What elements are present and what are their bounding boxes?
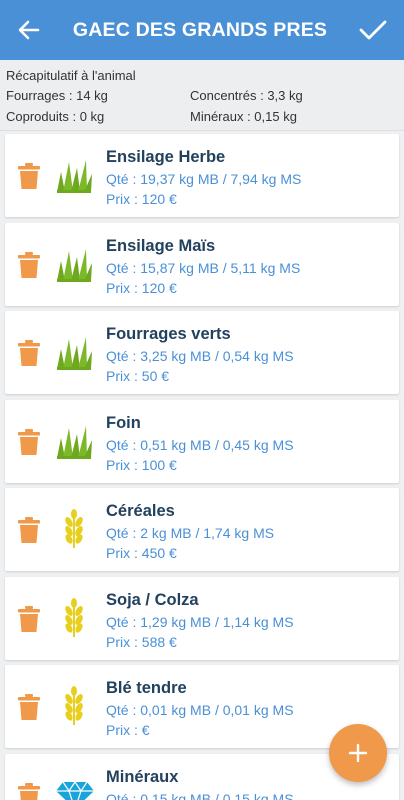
- wheat-icon: [55, 685, 93, 725]
- trash-icon[interactable]: [18, 252, 40, 278]
- app-bar: GAEC DES GRANDS PRES: [0, 0, 404, 60]
- trash-icon[interactable]: [18, 340, 40, 366]
- feed-item-quantity: Qté : 0,51 kg MB / 0,45 kg MS: [106, 437, 294, 453]
- trash-icon[interactable]: [18, 694, 40, 720]
- page-title: GAEC DES GRANDS PRES: [72, 18, 328, 41]
- grass-icon: [55, 247, 93, 283]
- feed-item-quantity: Qté : 19,37 kg MB / 7,94 kg MS: [106, 171, 302, 187]
- feed-item-price: Prix : €: [106, 722, 150, 738]
- wheat-icon: [55, 597, 93, 637]
- feed-item-name: Fourrages verts: [106, 325, 231, 343]
- feed-item-name: Soja / Colza: [106, 591, 199, 609]
- feed-item-card[interactable]: Fourrages verts Qté : 3,25 kg MB / 0,54 k…: [5, 311, 399, 394]
- feed-item-price: Prix : 120 €: [106, 191, 177, 207]
- summary-coproduits: Coproduits : 0 kg: [6, 109, 105, 124]
- trash-icon[interactable]: [18, 163, 40, 189]
- confirm-button[interactable]: [342, 0, 404, 60]
- grass-icon: [55, 424, 93, 460]
- plus-icon: [348, 743, 368, 763]
- wheat-icon: [55, 508, 93, 548]
- feed-item-price: Prix : 100 €: [106, 457, 177, 473]
- feed-item-quantity: Qté : 1,29 kg MB / 1,14 kg MS: [106, 614, 294, 630]
- trash-icon[interactable]: [18, 429, 40, 455]
- summary-mineraux: Minéraux : 0,15 kg: [190, 109, 297, 124]
- grass-icon: [55, 335, 93, 371]
- feed-item-quantity: Qté : 0,01 kg MB / 0,01 kg MS: [106, 702, 294, 718]
- feed-item-card[interactable]: Ensilage Herbe Qté : 19,37 kg MB / 7,94 k…: [5, 134, 399, 217]
- feed-item-price: Prix : 450 €: [106, 545, 177, 561]
- trash-icon[interactable]: [18, 606, 40, 632]
- trash-icon[interactable]: [18, 783, 40, 800]
- animal-summary: Récapitulatif à l'animal Fourrages : 14 …: [0, 60, 404, 131]
- add-item-button[interactable]: [329, 724, 387, 782]
- feed-item-price: Prix : 588 €: [106, 634, 177, 650]
- feed-item-name: Blé tendre: [106, 679, 187, 697]
- feed-item-name: Foin: [106, 414, 141, 432]
- feed-item-card[interactable]: Ensilage Maïs Qté : 15,87 kg MB / 5,11 kg…: [5, 223, 399, 306]
- feed-item-quantity: Qté : 2 kg MB / 1,74 kg MS: [106, 525, 275, 541]
- diamond-icon: [55, 780, 94, 800]
- trash-icon[interactable]: [18, 517, 40, 543]
- feed-item-card[interactable]: Foin Qté : 0,51 kg MB / 0,45 kg MS Prix : …: [5, 400, 399, 483]
- feed-item-quantity: Qté : 0,15 kg MB / 0,15 kg MS: [106, 791, 294, 800]
- feed-item-quantity: Qté : 3,25 kg MB / 0,54 kg MS: [106, 348, 294, 364]
- back-button[interactable]: [0, 0, 58, 60]
- feed-item-card[interactable]: Soja / Colza Qté : 1,29 kg MB / 1,14 kg M…: [5, 577, 399, 660]
- feed-item-price: Prix : 120 €: [106, 280, 177, 296]
- feed-item-quantity: Qté : 15,87 kg MB / 5,11 kg MS: [106, 260, 301, 276]
- grass-icon: [55, 158, 93, 194]
- checkmark-icon: [359, 20, 387, 40]
- feed-item-price: Prix : 50 €: [106, 368, 170, 384]
- feed-item-name: Céréales: [106, 502, 175, 520]
- feed-item-name: Minéraux: [106, 768, 179, 786]
- feed-item-card[interactable]: Céréales Qté : 2 kg MB / 1,74 kg MS Prix :…: [5, 488, 399, 571]
- summary-fourrages: Fourrages : 14 kg: [6, 88, 108, 103]
- summary-heading: Récapitulatif à l'animal: [6, 68, 136, 83]
- arrow-left-icon: [18, 20, 40, 40]
- summary-concentres: Concentrés : 3,3 kg: [190, 88, 303, 103]
- feed-item-name: Ensilage Herbe: [106, 148, 226, 166]
- feed-item-name: Ensilage Maïs: [106, 237, 216, 255]
